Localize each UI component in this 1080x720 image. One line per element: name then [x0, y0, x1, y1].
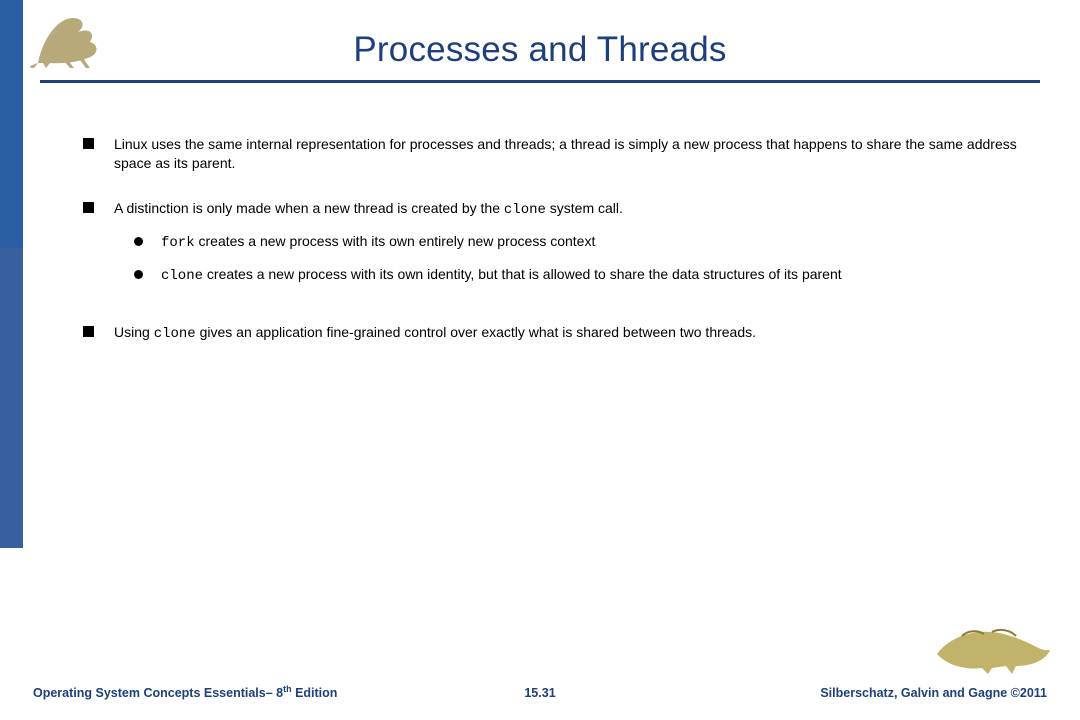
- slide-title: Processes and Threads: [0, 30, 1080, 70]
- bullet-2-text: A distinction is only made when a new th…: [114, 199, 1053, 298]
- footer-copyright: Silberschatz, Galvin and Gagne ©2011: [820, 686, 1047, 700]
- bullet-1-text: Linux uses the same internal representat…: [114, 135, 1053, 173]
- sub-bullet-1-text: fork creates a new process with its own …: [161, 232, 595, 253]
- bullet-2-post: system call.: [546, 200, 623, 216]
- dinosaur-bottom-icon: [932, 626, 1052, 676]
- bullet-2: A distinction is only made when a new th…: [83, 199, 1053, 298]
- bullet-3-post: gives an application fine-grained contro…: [196, 324, 756, 340]
- square-bullet-icon: [83, 138, 94, 149]
- slide: Processes and Threads Linux uses the sam…: [0, 0, 1080, 720]
- sub-1-post: creates a new process with its own entir…: [195, 233, 596, 249]
- sub-bullet-2-text: clone creates a new process with its own…: [161, 265, 842, 286]
- bullet-1: Linux uses the same internal representat…: [83, 135, 1053, 173]
- sidebar-accent-bottom: [0, 248, 23, 548]
- bullet-3-pre: Using: [114, 324, 154, 340]
- code-fork: fork: [161, 235, 195, 251]
- bullet-3: Using clone gives an application fine-gr…: [83, 323, 1053, 344]
- sub-bullet-1: fork creates a new process with its own …: [134, 232, 1053, 253]
- round-bullet-icon: [134, 237, 143, 246]
- square-bullet-icon: [83, 202, 94, 213]
- content-area: Linux uses the same internal representat…: [83, 135, 1053, 370]
- bullet-2-pre: A distinction is only made when a new th…: [114, 200, 504, 216]
- code-clone-2: clone: [161, 268, 203, 284]
- code-clone: clone: [504, 202, 546, 218]
- sub-bullet-2: clone creates a new process with its own…: [134, 265, 1053, 286]
- bullet-3-text: Using clone gives an application fine-gr…: [114, 323, 1053, 344]
- square-bullet-icon: [83, 326, 94, 337]
- round-bullet-icon: [134, 270, 143, 279]
- code-clone-3: clone: [154, 326, 196, 342]
- title-underline: [40, 80, 1040, 83]
- sub-2-post: creates a new process with its own ident…: [203, 266, 842, 282]
- sub-list: fork creates a new process with its own …: [114, 232, 1053, 286]
